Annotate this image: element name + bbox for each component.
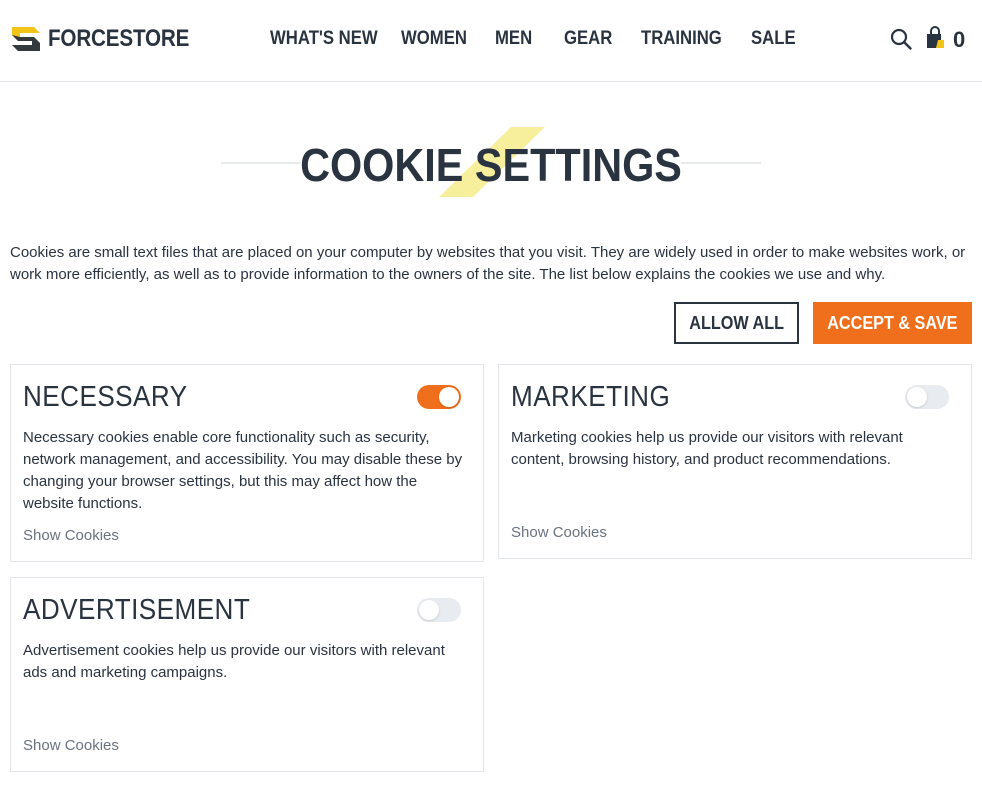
card-title-advertisement: ADVERTISEMENT: [23, 594, 251, 626]
toggle-knob: [439, 387, 459, 407]
toggle-advertisement[interactable]: [417, 598, 461, 622]
toggle-necessary[interactable]: [417, 385, 461, 409]
show-cookies-advertisement-link[interactable]: Show Cookies: [23, 737, 119, 754]
logo-icon: [12, 27, 40, 51]
card-title-necessary: NECESSARY: [23, 381, 188, 413]
nav-item-whats-new[interactable]: WHAT'S NEW: [270, 28, 378, 50]
cookie-card-advertisement: ADVERTISEMENT Advertisement cookies help…: [10, 577, 484, 772]
nav-item-training[interactable]: TRAINING: [641, 28, 722, 50]
shopping-bag-icon[interactable]: [924, 26, 946, 50]
toggle-knob: [419, 600, 439, 620]
accept-save-button[interactable]: ACCEPT & SAVE: [813, 302, 972, 344]
card-desc-advertisement: Advertisement cookies help us provide ou…: [23, 642, 445, 681]
search-icon[interactable]: [889, 27, 913, 51]
cookie-card-marketing: MARKETING Marketing cookies help us prov…: [498, 364, 972, 559]
cart-count[interactable]: 0: [953, 27, 965, 53]
show-cookies-necessary-link[interactable]: Show Cookies: [23, 527, 119, 544]
nav-item-men[interactable]: MEN: [495, 28, 532, 50]
show-cookies-marketing-link[interactable]: Show Cookies: [511, 524, 607, 541]
brand-logo[interactable]: FORCESTORE: [10, 22, 212, 56]
card-title-marketing: MARKETING: [511, 381, 671, 413]
card-desc-necessary: Necessary cookies enable core functional…: [23, 429, 463, 512]
toggle-knob: [907, 387, 927, 407]
allow-all-button[interactable]: ALLOW ALL: [674, 302, 799, 344]
intro-text: Cookies are small text files that are pl…: [10, 244, 966, 283]
site-header: FORCESTORE WHAT'S NEW WOMEN MEN GEAR TRA…: [0, 0, 982, 82]
nav-item-sale[interactable]: SALE: [751, 28, 796, 50]
card-desc-marketing: Marketing cookies help us provide our vi…: [511, 429, 903, 468]
accept-save-label: ACCEPT & SAVE: [827, 312, 958, 333]
nav-item-gear[interactable]: GEAR: [564, 28, 612, 50]
nav-item-women[interactable]: WOMEN: [401, 28, 467, 50]
cookie-card-necessary: NECESSARY Necessary cookies enable core …: [10, 364, 484, 562]
toggle-marketing[interactable]: [905, 385, 949, 409]
brand-name: FORCESTORE: [48, 25, 190, 52]
allow-all-label: ALLOW ALL: [689, 312, 784, 333]
page-title-block: COOKIE SETTINGS: [221, 120, 761, 204]
page-title: COOKIE SETTINGS: [300, 139, 682, 191]
